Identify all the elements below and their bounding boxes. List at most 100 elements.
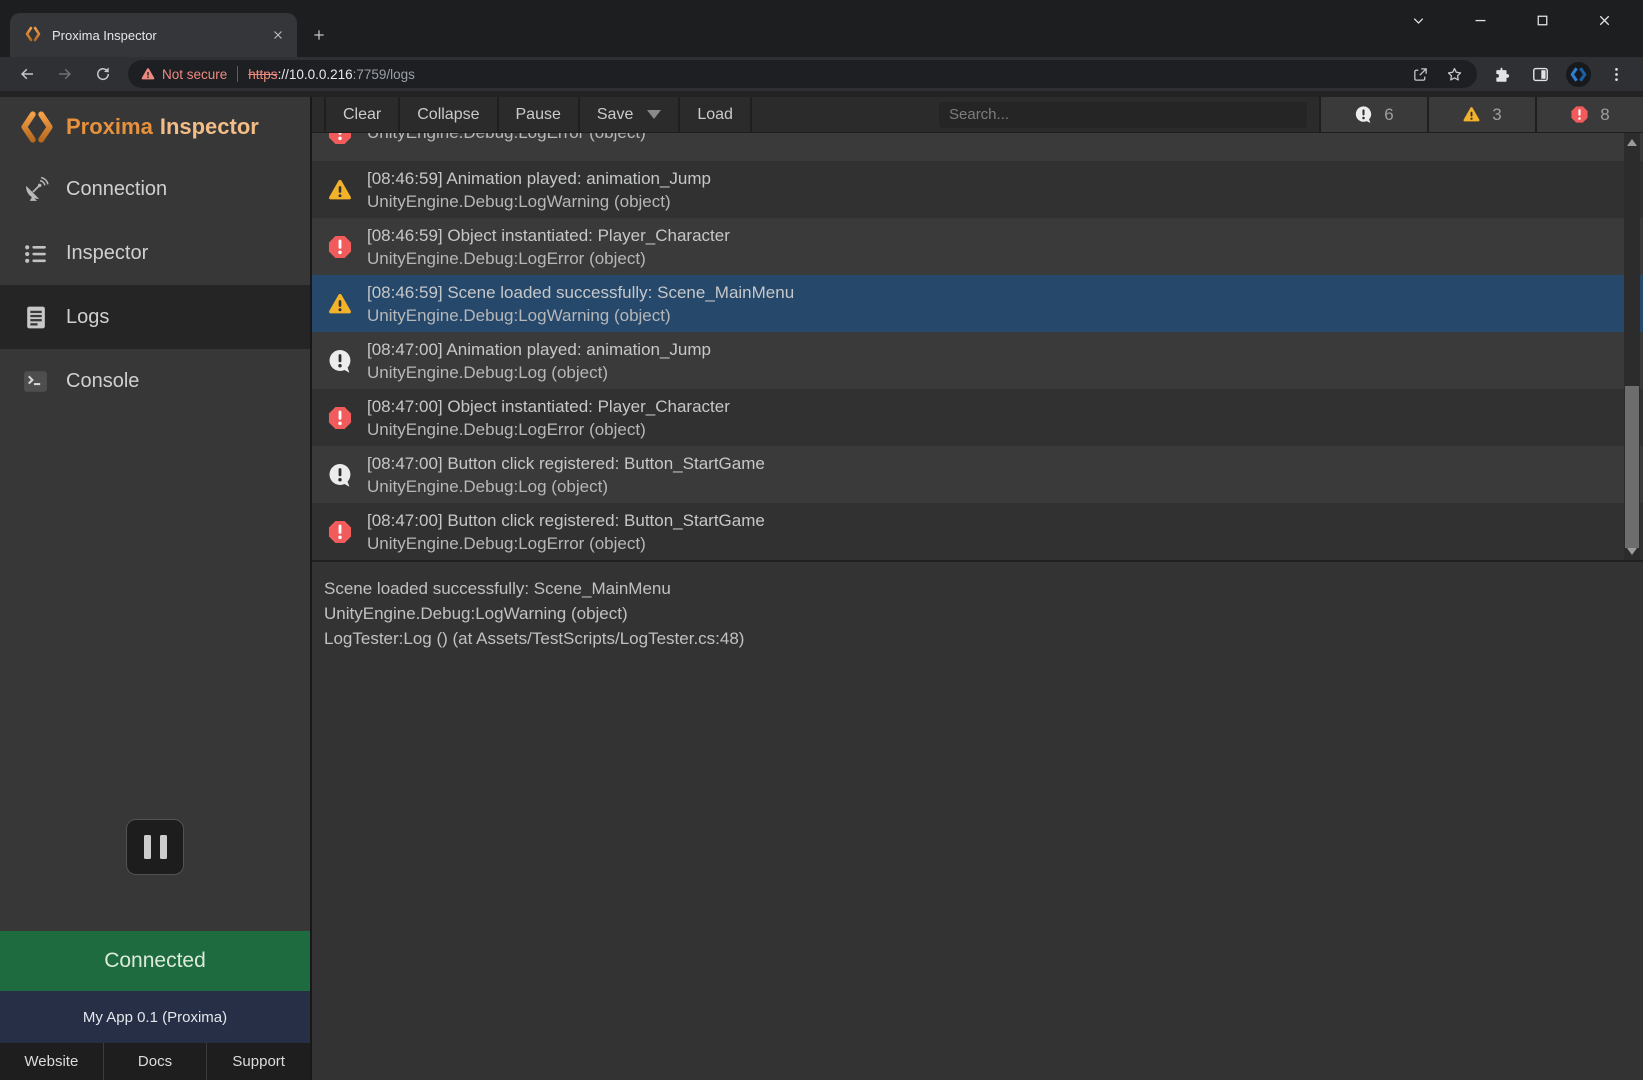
log-stacktrace: UnityEngine.Debug:Log (object) [367, 475, 765, 498]
tab-title: Proxima Inspector [52, 28, 269, 43]
save-button[interactable]: Save [580, 97, 680, 132]
address-bar[interactable]: Not secure https://10.0.0.216:7759/logs [128, 60, 1477, 88]
logs-toolbar: Clear Collapse Pause Save Load 6 3 8 [312, 97, 1643, 133]
log-stacktrace: UnityEngine.Debug:LogError (object) [367, 133, 646, 144]
logs-panel: Clear Collapse Pause Save Load 6 3 8 Uni… [310, 97, 1643, 1080]
warning-count: 3 [1492, 105, 1501, 125]
error-count-filter[interactable]: 8 [1535, 97, 1643, 132]
info-icon [327, 462, 353, 488]
list-icon [22, 240, 49, 267]
detail-line: LogTester:Log () (at Assets/TestScripts/… [324, 626, 1643, 651]
app-info-badge: My App 0.1 (Proxima) [0, 991, 310, 1043]
warning-count-filter[interactable]: 3 [1427, 97, 1535, 132]
sidebar-nav: Connection Inspector Logs Console [0, 157, 310, 413]
terminal-icon [22, 368, 49, 395]
browser-menu-button[interactable] [1602, 60, 1630, 88]
tab-strip: Proxima Inspector [0, 0, 1643, 57]
log-message: [08:47:00] Object instantiated: Player_C… [367, 395, 730, 418]
warning-icon [1462, 105, 1481, 124]
sidebar-item-inspector[interactable]: Inspector [0, 221, 310, 285]
security-label[interactable]: Not secure [162, 67, 227, 82]
info-count: 6 [1384, 105, 1393, 125]
footer-link-docs[interactable]: Docs [104, 1043, 208, 1080]
pause-stream-button[interactable] [126, 819, 184, 875]
document-icon [22, 304, 49, 331]
info-icon [327, 348, 353, 374]
plus-icon [311, 27, 327, 43]
log-message: [08:47:00] Button click registered: Butt… [367, 509, 765, 532]
log-row[interactable]: UnityEngine.Debug:LogError (object) [312, 133, 1643, 161]
scroll-down-arrow-icon[interactable] [1624, 544, 1640, 558]
search-input[interactable] [939, 102, 1307, 128]
not-secure-warning-icon [140, 66, 156, 82]
app-sidebar: Proxima Inspector Connection Inspector L… [0, 97, 310, 1080]
url-text: https://10.0.0.216:7759/logs [248, 67, 1397, 82]
error-icon [327, 133, 353, 146]
log-stacktrace: UnityEngine.Debug:LogError (object) [367, 532, 765, 555]
log-row[interactable]: [08:47:00] Object instantiated: Player_C… [312, 389, 1643, 446]
extensions-puzzle-button[interactable] [1488, 60, 1516, 88]
forward-button[interactable] [52, 61, 78, 87]
satellite-icon [22, 176, 49, 203]
sidebar-item-logs[interactable]: Logs [0, 285, 310, 349]
scrollbar-thumb[interactable] [1625, 386, 1639, 548]
info-count-filter[interactable]: 6 [1319, 97, 1427, 132]
profile-avatar[interactable] [1564, 60, 1592, 88]
log-message: [08:47:00] Button click registered: Butt… [367, 452, 765, 475]
log-row[interactable]: [08:46:59] Scene loaded successfully: Sc… [312, 275, 1643, 332]
sidebar-item-console[interactable]: Console [0, 349, 310, 413]
log-message: [08:46:59] Object instantiated: Player_C… [367, 224, 730, 247]
tab-close-icon[interactable] [269, 26, 287, 44]
footer-link-website[interactable]: Website [0, 1043, 104, 1080]
tab-search-chevron-icon[interactable] [1387, 6, 1449, 34]
sidebar-item-label: Console [66, 370, 139, 393]
minimize-button[interactable] [1449, 6, 1511, 34]
sidebar-item-connection[interactable]: Connection [0, 157, 310, 221]
log-list: UnityEngine.Debug:LogError (object) [08:… [312, 133, 1643, 560]
sidebar-item-label: Connection [66, 178, 167, 201]
footer-link-support[interactable]: Support [207, 1043, 310, 1080]
maximize-button[interactable] [1511, 6, 1573, 34]
side-panel-button[interactable] [1526, 60, 1554, 88]
log-row[interactable]: [08:46:59] Object instantiated: Player_C… [312, 218, 1643, 275]
info-icon [1354, 105, 1373, 124]
close-window-button[interactable] [1573, 6, 1635, 34]
pause-button[interactable]: Pause [499, 97, 580, 132]
connection-status-badge: Connected [0, 931, 310, 991]
share-button[interactable] [1409, 63, 1431, 85]
sidebar-item-label: Inspector [66, 242, 148, 265]
collapse-button[interactable]: Collapse [400, 97, 498, 132]
log-row[interactable]: [08:47:00] Animation played: animation_J… [312, 332, 1643, 389]
browser-window: Proxima Inspector Not secure https://10.… [0, 0, 1643, 1080]
log-row[interactable]: [08:46:59] Animation played: animation_J… [312, 161, 1643, 218]
error-icon [327, 405, 353, 431]
detail-line: Scene loaded successfully: Scene_MainMen… [324, 576, 1643, 601]
log-message: [08:46:59] Animation played: animation_J… [367, 167, 711, 190]
browser-tab[interactable]: Proxima Inspector [10, 13, 297, 57]
proxima-favicon-icon [24, 26, 42, 44]
app-logo: Proxima Inspector [0, 97, 310, 157]
log-stacktrace: UnityEngine.Debug:LogWarning (object) [367, 304, 794, 327]
save-dropdown-caret-icon[interactable] [647, 110, 661, 119]
bookmark-star-button[interactable] [1443, 63, 1465, 85]
error-icon [327, 519, 353, 545]
scroll-up-arrow-icon[interactable] [1624, 135, 1640, 149]
error-count: 8 [1600, 105, 1609, 125]
log-scrollbar[interactable] [1624, 133, 1640, 560]
log-row[interactable]: [08:47:00] Button click registered: Butt… [312, 446, 1643, 503]
load-button[interactable]: Load [680, 97, 752, 132]
log-detail-panel: Scene loaded successfully: Scene_MainMen… [312, 560, 1643, 1080]
log-stacktrace: UnityEngine.Debug:LogError (object) [367, 247, 730, 270]
new-tab-button[interactable] [305, 21, 333, 49]
log-stacktrace: UnityEngine.Debug:LogWarning (object) [367, 190, 711, 213]
log-row[interactable]: [08:47:00] Button click registered: Butt… [312, 503, 1643, 560]
clear-button[interactable]: Clear [326, 97, 400, 132]
warning-icon [327, 291, 353, 317]
reload-button[interactable] [90, 61, 116, 87]
proxima-logo-icon [18, 110, 66, 144]
error-icon [1570, 105, 1589, 124]
back-button[interactable] [14, 61, 40, 87]
log-message: [08:47:00] Animation played: animation_J… [367, 338, 711, 361]
log-level-counters: 6 3 8 [1319, 97, 1643, 132]
log-stacktrace: UnityEngine.Debug:Log (object) [367, 361, 711, 384]
